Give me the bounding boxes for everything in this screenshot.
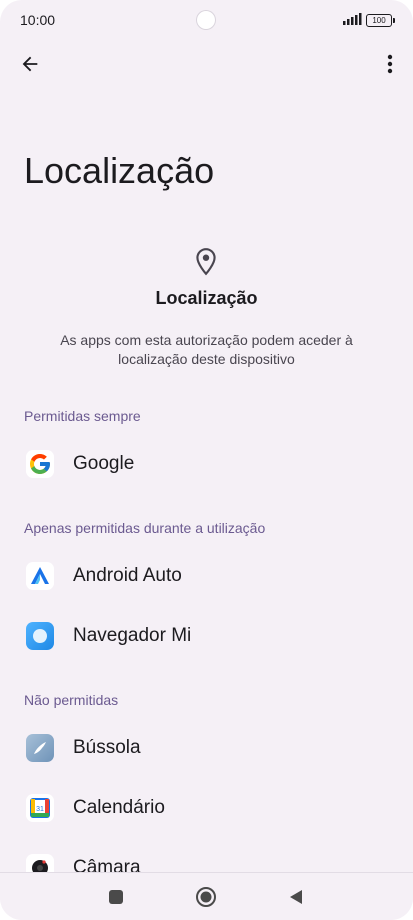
- app-label: Calendário: [73, 797, 165, 818]
- app-label: Android Auto: [73, 565, 182, 586]
- back-nav-button[interactable]: [284, 885, 308, 909]
- recents-button[interactable]: [104, 885, 128, 909]
- circle-icon: [196, 887, 216, 907]
- compass-icon: [26, 734, 54, 762]
- section-title-denied: Não permitidas: [24, 692, 119, 708]
- calendar-day-text: 31: [36, 806, 44, 813]
- app-row-bussola[interactable]: Bússola: [0, 720, 413, 776]
- location-pin-icon: [196, 248, 216, 276]
- mi-browser-icon: [26, 622, 54, 650]
- arrow-left-icon: [22, 56, 38, 72]
- front-camera-cutout: [196, 10, 216, 30]
- back-button[interactable]: [16, 50, 44, 78]
- app-row-navegador-mi[interactable]: Navegador Mi: [0, 608, 413, 664]
- triangle-back-icon: [290, 890, 302, 904]
- screen: 10:00 100 Localização Localização As app…: [0, 0, 413, 920]
- section-title-while-using: Apenas permitidas durante a utilização: [24, 520, 266, 536]
- more-vert-icon: [387, 54, 393, 74]
- battery-icon: 100: [366, 14, 395, 27]
- navigation-bar: [0, 872, 413, 920]
- app-row-google[interactable]: Google: [0, 436, 413, 492]
- status-time: 10:00: [20, 12, 56, 28]
- more-options-button[interactable]: [378, 50, 402, 78]
- page-title: Localização: [24, 150, 215, 191]
- signal-icon: [343, 13, 362, 25]
- calendar-icon: 31: [26, 794, 54, 822]
- app-label: Bússola: [73, 737, 141, 758]
- permission-heading: Localização: [155, 288, 258, 308]
- app-label: Google: [73, 453, 135, 474]
- status-bar: 10:00 100: [0, 0, 413, 40]
- app-label: Navegador Mi: [73, 625, 192, 646]
- section-title-always: Permitidas sempre: [24, 408, 141, 424]
- app-row-android-auto[interactable]: Android Auto: [0, 548, 413, 604]
- android-auto-icon: [26, 562, 54, 590]
- app-row-calendario[interactable]: 31 Calendário: [0, 780, 413, 836]
- square-icon: [109, 890, 123, 904]
- google-icon: [26, 450, 54, 478]
- permission-description: As apps com esta autorização podem acede…: [60, 332, 353, 367]
- home-button[interactable]: [194, 885, 218, 909]
